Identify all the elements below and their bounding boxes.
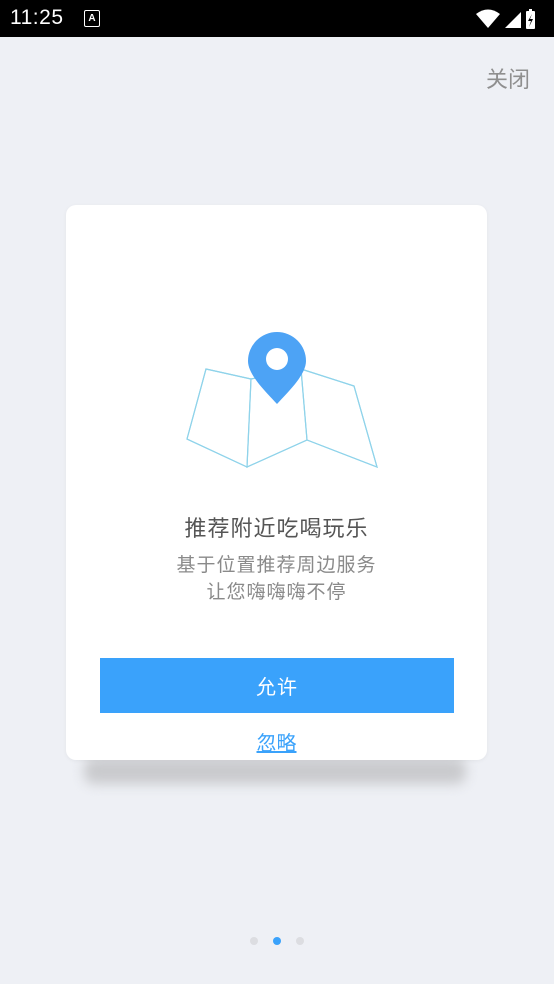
- page-indicator: [250, 937, 310, 947]
- status-icons: [476, 9, 535, 29]
- ignore-link[interactable]: 忽略: [66, 727, 487, 756]
- status-time: 11:25: [10, 6, 64, 29]
- notification-icon: A: [84, 10, 100, 27]
- card-title: 推荐附近吃喝玩乐: [184, 517, 369, 542]
- card-shadow: [84, 758, 466, 784]
- allow-button[interactable]: 允许: [100, 658, 454, 713]
- wifi-icon: [476, 9, 500, 28]
- page-dot-3: [296, 937, 304, 945]
- location-pin-icon: [248, 332, 306, 404]
- card-desc-line-1: 基于位置推荐周边服务: [176, 554, 377, 576]
- battery-icon: [526, 9, 535, 29]
- status-bar: 11:25 A: [0, 0, 554, 37]
- page-dot-2-active: [273, 937, 281, 945]
- close-button[interactable]: 关闭: [486, 62, 530, 94]
- signal-icon: [505, 12, 521, 28]
- map-pin-icon: [186, 332, 378, 468]
- permission-card: 推荐附近吃喝玩乐 基于位置推荐周边服务 让您嗨嗨嗨不停 允许 忽略: [66, 205, 487, 760]
- card-desc-line-2: 让您嗨嗨嗨不停: [206, 581, 347, 603]
- page-dot-1: [250, 937, 258, 945]
- card-description: 基于位置推荐周边服务 让您嗨嗨嗨不停: [66, 552, 487, 606]
